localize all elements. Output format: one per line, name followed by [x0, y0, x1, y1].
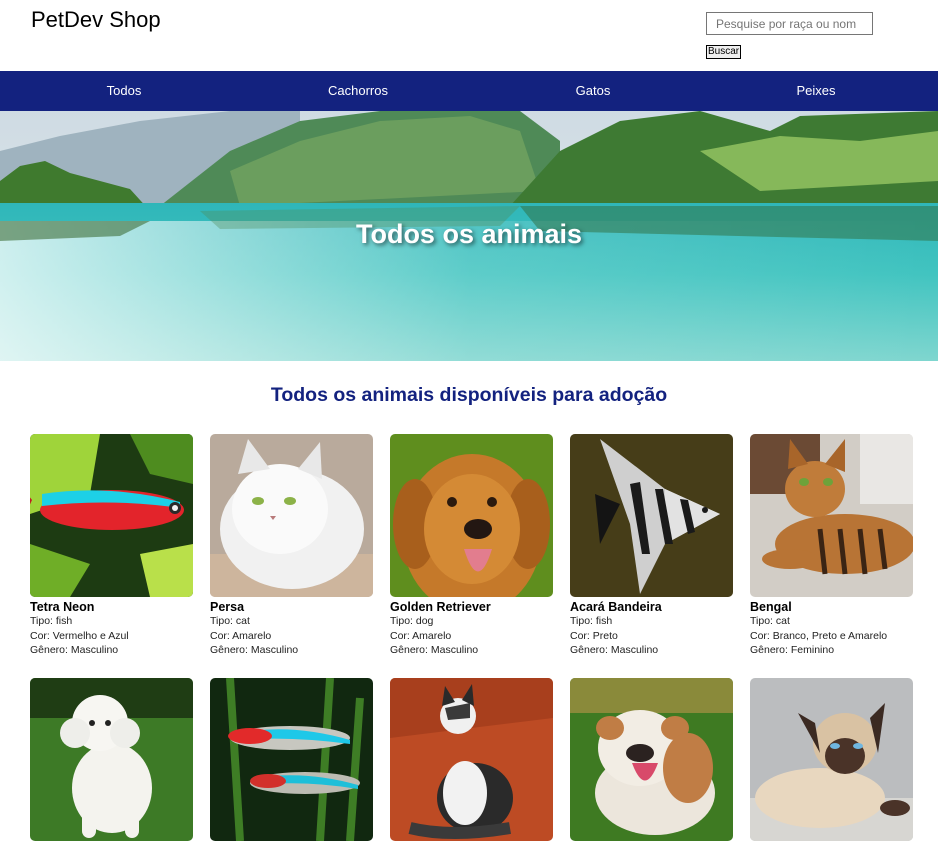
pet-type: Tipo: fish	[30, 615, 73, 627]
pet-color: Cor: Preto	[570, 629, 618, 642]
nav-item-gatos[interactable]: Gatos	[576, 71, 611, 111]
search-input[interactable]	[706, 12, 873, 35]
pet-card-persa[interactable]: Persa Tipo: cat Cor: Amarelo Gênero: Mas…	[210, 434, 373, 658]
pet-gender: Gênero: Masculino	[570, 644, 659, 656]
search-button[interactable]: Buscar	[706, 45, 742, 59]
brand-logo[interactable]: PetDev Shop	[31, 7, 161, 33]
pet-photo	[570, 678, 733, 841]
pet-name: Golden Retriever	[390, 600, 491, 614]
pet-name: Acará Bandeira	[570, 600, 662, 614]
pet-card-tetra-neon[interactable]: Tetra Neon Tipo: fish Cor: Vermelho e Az…	[30, 434, 193, 658]
pet-card-golden-retriever[interactable]: Golden Retriever Tipo: dog Cor: Amarelo …	[390, 434, 553, 658]
pet-gender: Gênero: Masculino	[390, 644, 479, 656]
pet-color: Cor: Vermelho e Azul	[30, 629, 129, 642]
pet-card-bulldog[interactable]	[570, 678, 733, 844]
main-nav: Todos Cachorros Gatos Peixes	[0, 71, 938, 111]
pet-photo	[750, 434, 913, 597]
pet-card-poodle[interactable]	[30, 678, 193, 844]
pet-type: Tipo: fish	[570, 615, 613, 627]
pet-photo	[390, 678, 553, 841]
pet-name: Bengal	[750, 600, 792, 614]
pet-card-acara-bandeira[interactable]: Acará Bandeira Tipo: fish Cor: Preto Gên…	[570, 434, 733, 658]
pet-photo	[750, 678, 913, 841]
pet-photo	[570, 434, 733, 597]
nav-item-cachorros[interactable]: Cachorros	[328, 71, 388, 111]
pet-type: Tipo: cat	[210, 615, 250, 627]
pet-gender: Gênero: Masculino	[210, 644, 299, 656]
pet-card-cat[interactable]	[390, 678, 553, 844]
pet-color: Cor: Amarelo	[210, 629, 272, 642]
pet-gender: Gênero: Feminino	[750, 644, 835, 656]
pet-gender: Gênero: Masculino	[30, 644, 119, 656]
hero-banner: Todos os animais	[0, 111, 938, 361]
pet-color: Cor: Branco, Preto e Amarelo	[750, 629, 888, 642]
pet-card-siamese[interactable]	[750, 678, 913, 844]
pet-type: Tipo: dog	[390, 615, 434, 627]
pet-color: Cor: Amarelo	[390, 629, 452, 642]
pet-photo	[210, 434, 373, 597]
hero-title: Todos os animais	[355, 219, 583, 249]
pet-photo	[210, 678, 373, 841]
nav-item-peixes[interactable]: Peixes	[796, 71, 835, 111]
pet-name: Tetra Neon	[30, 600, 95, 614]
pet-photo	[390, 434, 553, 597]
pet-photo	[30, 434, 193, 597]
pet-photo	[30, 678, 193, 841]
section-title: Todos os animais disponíveis para adoção	[270, 384, 668, 406]
pet-name: Persa	[210, 600, 245, 614]
nav-item-todos[interactable]: Todos	[107, 71, 142, 111]
header: PetDev Shop Buscar	[0, 0, 938, 71]
pet-card-bengal[interactable]: Bengal Tipo: cat Cor: Branco, Preto e Am…	[750, 434, 913, 658]
pet-card-fish[interactable]	[210, 678, 373, 844]
pet-type: Tipo: cat	[750, 615, 790, 627]
